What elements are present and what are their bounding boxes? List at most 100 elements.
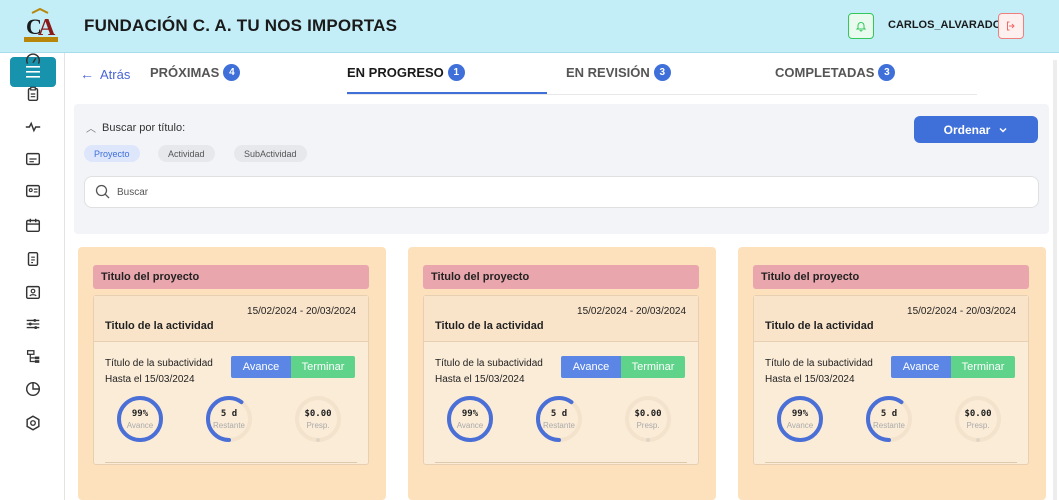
gauge-value: 99% — [131, 409, 149, 419]
gauge-label: Avance — [786, 421, 814, 430]
project-card: Titulo del proyecto 15/02/2024 - 20/03/20… — [408, 247, 716, 500]
progress-ring — [777, 396, 823, 442]
project-title[interactable]: Titulo del proyecto — [753, 265, 1029, 289]
activity-title[interactable]: Titulo de la actividad — [105, 320, 214, 332]
activity-dates: 15/02/2024 - 20/03/2024 — [907, 306, 1016, 317]
activity-panel: 15/02/2024 - 20/03/2024 Titulo de la acti… — [423, 295, 699, 465]
sidebar — [0, 53, 65, 500]
sidebar-item-clipboard[interactable] — [24, 85, 42, 103]
gauge-icon — [26, 53, 40, 64]
search-field[interactable] — [84, 176, 1039, 208]
count-badge: 3 — [653, 64, 671, 81]
sidebar-item-contact-card[interactable] — [24, 283, 42, 301]
divider — [105, 462, 357, 463]
progress-ring — [625, 396, 671, 442]
gauge-value: $0.00 — [304, 409, 332, 419]
tab-proximas[interactable]: PRÓXIMAS 4 — [150, 64, 241, 81]
activity-header: 15/02/2024 - 20/03/2024 Titulo de la acti… — [754, 296, 1028, 342]
progress-ring — [955, 396, 1001, 442]
progress-ring — [447, 396, 493, 442]
finish-button[interactable]: Terminar — [291, 356, 355, 378]
metric-gauge: 5 d Restante — [534, 394, 584, 444]
sidebar-item-pulse[interactable] — [24, 118, 42, 136]
activity-panel: 15/02/2024 - 20/03/2024 Titulo de la acti… — [93, 295, 369, 465]
progress-ring — [206, 396, 252, 442]
settings-icon — [26, 415, 40, 431]
sidebar-item-folder[interactable] — [24, 150, 42, 168]
tab-en-progreso[interactable]: EN PROGRESO 1 — [347, 64, 465, 81]
sidebar-item-calendar[interactable] — [24, 216, 42, 234]
arrow-left-icon: ← — [80, 66, 94, 82]
gauge-label: Avance — [126, 421, 154, 430]
advance-button[interactable]: Avance — [891, 356, 951, 378]
organization-title: FUNDACIÓN C. A. TU NOS IMPORTAS — [84, 16, 398, 35]
search-collapse-toggle[interactable]: ︿ Buscar por título: — [86, 120, 185, 136]
sidebar-item-settings[interactable] — [24, 414, 42, 432]
search-panel — [74, 104, 1049, 234]
metric-gauge: $0.00 Presp. — [623, 394, 673, 444]
advance-button[interactable]: Avance — [561, 356, 621, 378]
gauge-label: Avance — [456, 421, 484, 430]
divider — [765, 462, 1017, 463]
gauge-label: Restante — [872, 421, 906, 430]
subactivity-deadline: Hasta el 15/03/2024 — [105, 374, 195, 385]
app-header: C A FUNDACIÓN C. A. TU NOS IMPORTAS CARL… — [0, 0, 1059, 53]
filter-chip-proyecto[interactable]: Proyecto — [84, 145, 140, 162]
chevron-up-icon: ︿ — [86, 124, 96, 135]
id-card-icon — [25, 184, 41, 198]
divider — [435, 462, 687, 463]
activity-title[interactable]: Titulo de la actividad — [435, 320, 544, 332]
tab-en-revision[interactable]: EN REVISIÓN 3 — [566, 64, 671, 81]
project-card: Titulo del proyecto 15/02/2024 - 20/03/20… — [78, 247, 386, 500]
metric-gauge: $0.00 Presp. — [293, 394, 343, 444]
sort-label: Ordenar — [943, 122, 991, 137]
advance-button[interactable]: Avance — [231, 356, 291, 378]
gauge-label: Restante — [542, 421, 576, 430]
subactivity-title: Título de la subactividad — [105, 358, 213, 369]
subactivity-deadline: Hasta el 15/03/2024 — [765, 374, 855, 385]
sidebar-item-gauge[interactable] — [24, 51, 42, 69]
filter-chip-subactividad[interactable]: SubActividad — [234, 145, 307, 162]
folder-icon — [25, 152, 41, 166]
progress-ring — [866, 396, 912, 442]
sidebar-item-document[interactable] — [24, 250, 42, 268]
sidebar-item-sliders[interactable] — [24, 315, 42, 333]
page-scrollbar[interactable] — [1053, 60, 1057, 500]
tab-label: PRÓXIMAS — [150, 65, 220, 80]
calendar-icon — [25, 218, 41, 233]
clipboard-icon — [27, 86, 39, 102]
logout-button[interactable] — [998, 13, 1024, 39]
foundation-logo[interactable]: C A — [22, 7, 60, 45]
gauge-value: $0.00 — [634, 409, 662, 419]
finish-button[interactable]: Terminar — [951, 356, 1015, 378]
activity-header: 15/02/2024 - 20/03/2024 Titulo de la acti… — [94, 296, 368, 342]
notifications-button[interactable] — [848, 13, 874, 39]
chevron-down-icon — [999, 127, 1007, 133]
activity-title[interactable]: Titulo de la actividad — [765, 320, 874, 332]
activity-dates: 15/02/2024 - 20/03/2024 — [577, 306, 686, 317]
project-title[interactable]: Titulo del proyecto — [93, 265, 369, 289]
tab-label: EN PROGRESO — [347, 65, 444, 80]
tab-label: EN REVISIÓN — [566, 65, 650, 80]
progress-ring — [536, 396, 582, 442]
activity-header: 15/02/2024 - 20/03/2024 Titulo de la acti… — [424, 296, 698, 342]
gauge-value: 5 d — [220, 409, 238, 419]
sidebar-item-id-card[interactable] — [24, 182, 42, 200]
hierarchy-icon — [26, 350, 40, 363]
gauge-label: Presp. — [636, 421, 660, 430]
gauge-label: Presp. — [306, 421, 330, 430]
subactivity-title: Título de la subactividad — [765, 358, 873, 369]
back-link[interactable]: ← Atrás — [80, 66, 130, 82]
search-icon — [95, 184, 110, 199]
filter-chip-actividad[interactable]: Actividad — [158, 145, 215, 162]
search-input[interactable] — [117, 186, 917, 198]
finish-button[interactable]: Terminar — [621, 356, 685, 378]
sidebar-item-pie-chart[interactable] — [24, 380, 42, 398]
sort-button[interactable]: Ordenar — [914, 116, 1038, 143]
tab-completadas[interactable]: COMPLETADAS 3 — [775, 64, 896, 81]
gauge-value: 99% — [461, 409, 479, 419]
project-title[interactable]: Titulo del proyecto — [423, 265, 699, 289]
pulse-icon — [25, 121, 41, 133]
sidebar-item-hierarchy[interactable] — [24, 348, 42, 366]
document-icon — [27, 251, 39, 267]
